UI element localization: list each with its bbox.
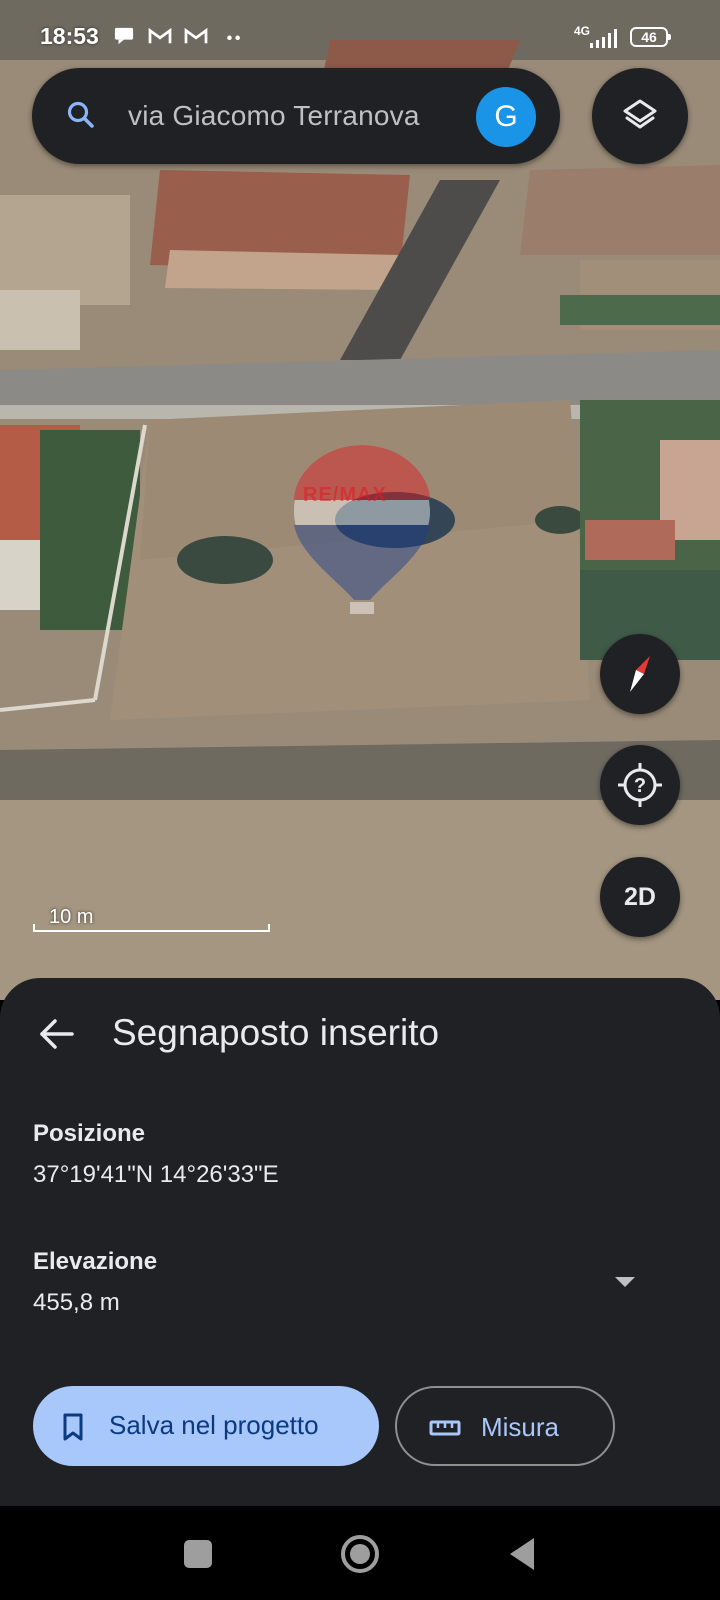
back-arrow-icon[interactable] — [36, 1014, 76, 1054]
placemark-bottom-sheet: Segnaposto inserito Posizione 37°19'41"N… — [0, 978, 720, 1506]
recent-apps-button[interactable] — [176, 1532, 220, 1576]
save-button-label: Salva nel progetto — [109, 1410, 319, 1440]
save-to-project-button[interactable]: Salva nel progetto — [33, 1386, 379, 1466]
view-mode-toggle-button[interactable]: 2D — [600, 857, 680, 937]
remax-watermark-logo — [294, 445, 430, 614]
elevation-value: 455,8 m — [33, 1289, 120, 1316]
home-button[interactable] — [338, 1532, 382, 1576]
scale-line — [33, 924, 270, 932]
search-icon[interactable] — [66, 100, 96, 130]
signal-strength-icon — [590, 29, 617, 48]
compass-button[interactable] — [600, 634, 680, 714]
map-scale-bar: 10 m — [33, 906, 270, 932]
svg-text:?: ? — [634, 775, 646, 797]
gmail-notification-icon-2 — [184, 27, 208, 44]
map-layers-button[interactable] — [592, 68, 688, 164]
back-button[interactable] — [500, 1532, 544, 1576]
ruler-icon — [429, 1420, 461, 1436]
my-location-button[interactable]: ? — [600, 745, 680, 825]
account-avatar[interactable]: G — [476, 87, 536, 147]
layers-icon — [623, 99, 657, 129]
elevation-label: Elevazione — [33, 1248, 158, 1275]
bookmark-icon — [63, 1413, 83, 1441]
gmail-notification-icon — [148, 27, 172, 44]
status-bar: 18:53 4G 46 — [0, 0, 720, 70]
remax-watermark-text: RE/MAX — [303, 484, 387, 506]
more-notifications-icon — [227, 35, 240, 41]
view-mode-label: 2D — [624, 883, 656, 911]
compass-icon — [630, 656, 650, 692]
position-value: 37°19'41"N 14°26'33"E — [33, 1161, 279, 1188]
expand-dropdown-icon[interactable] — [614, 1275, 636, 1289]
position-label: Posizione — [33, 1120, 146, 1147]
measure-button[interactable]: Misura — [395, 1386, 615, 1466]
sheet-title: Segnaposto inserito — [112, 1012, 440, 1053]
status-time: 18:53 — [40, 23, 99, 49]
message-notification-icon — [114, 27, 134, 45]
system-navigation-bar — [0, 1506, 720, 1600]
measure-button-label: Misura — [481, 1412, 560, 1442]
my-location-icon: ? — [618, 763, 662, 807]
search-query[interactable]: via Giacomo Terranova — [128, 100, 420, 132]
battery-indicator: 46 — [630, 27, 671, 47]
search-bar[interactable]: via Giacomo Terranova G — [32, 68, 560, 164]
